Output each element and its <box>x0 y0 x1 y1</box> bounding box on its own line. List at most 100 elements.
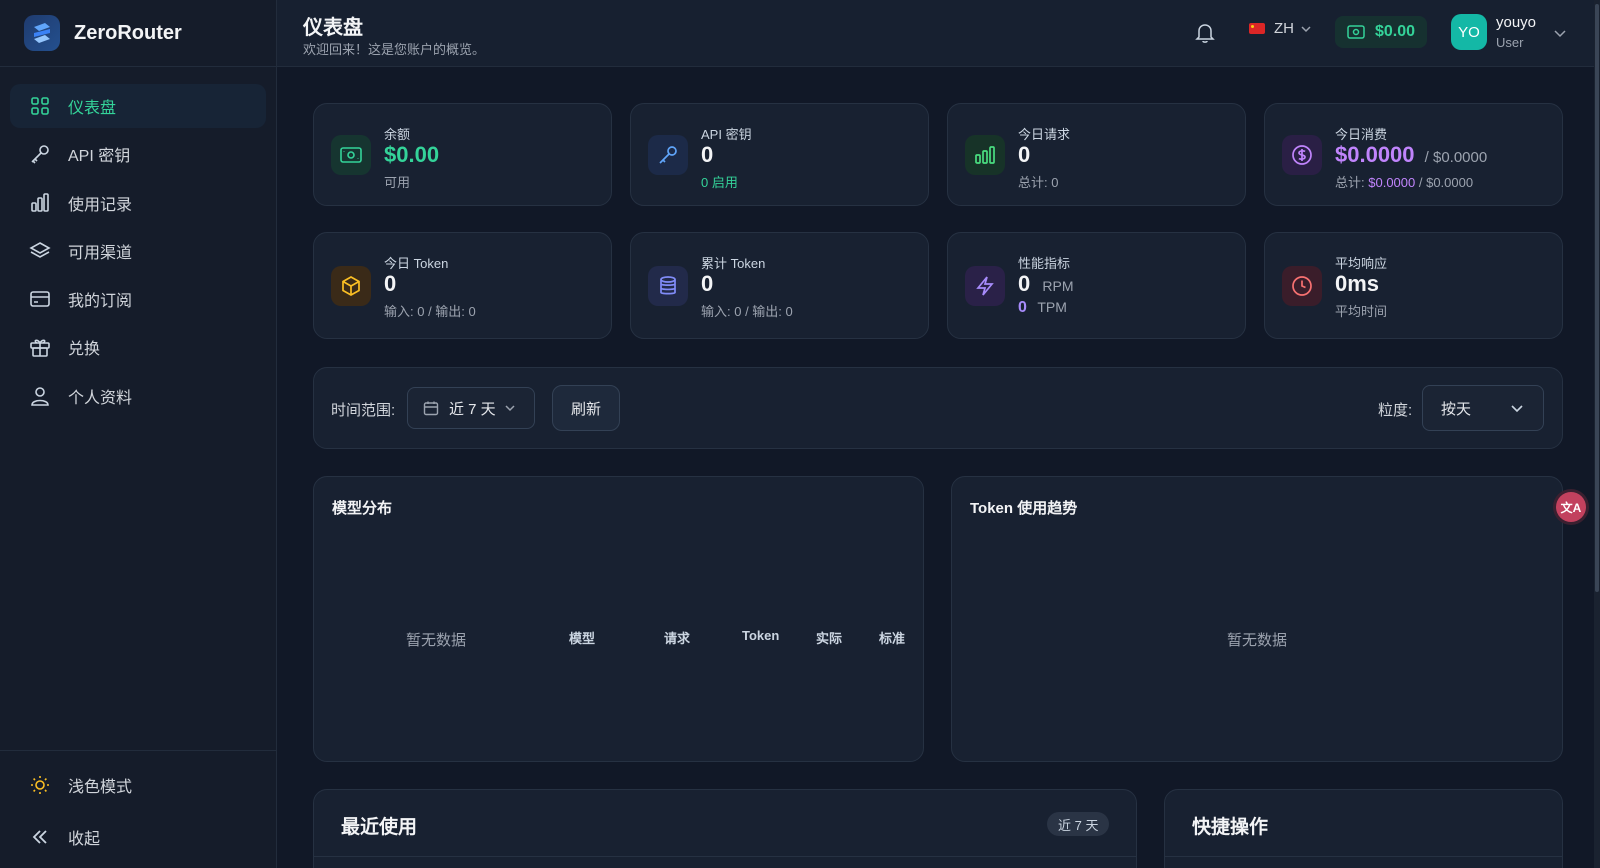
brand[interactable]: ZeroRouter <box>0 0 276 67</box>
money-icon <box>1347 25 1365 39</box>
stat-card-avg-response: 平均响应 0ms 平均时间 <box>1264 232 1563 339</box>
balance-pill[interactable]: $0.00 <box>1335 16 1428 48</box>
stat-value: $0.00 <box>384 142 440 167</box>
tpm-value: 0 <box>1018 299 1027 316</box>
sidebar-nav: 仪表盘 API 密钥 使用记录 可用渠道 我的订阅 兑换 个人资料 <box>0 67 276 418</box>
sidebar-item-label: 我的订阅 <box>68 293 133 311</box>
stat-sub-actual: $0.0000 <box>1368 175 1416 190</box>
refresh-button[interactable]: 刷新 <box>552 385 620 431</box>
sidebar-item-dashboard[interactable]: 仪表盘 <box>10 84 266 128</box>
chevrons-left-icon <box>28 825 52 849</box>
sidebar-item-label: 个人资料 <box>68 389 133 407</box>
sidebar-item-usage[interactable]: 使用记录 <box>10 181 266 225</box>
stat-sub-standard: / $0.0000 <box>1418 175 1474 190</box>
section-title: 快捷操作 <box>1192 817 1269 838</box>
recent-usage-panel: 最近使用 近 7 天 <box>313 789 1137 868</box>
money-icon <box>331 135 371 175</box>
panel-title: 模型分布 <box>332 500 393 517</box>
key-icon <box>648 135 688 175</box>
layers-icon <box>28 239 52 263</box>
translate-icon[interactable]: 文A <box>1556 492 1586 522</box>
stat-sub: 0 启用 <box>701 175 738 190</box>
stat-sub: 可用 <box>384 175 411 190</box>
app-name: ZeroRouter <box>74 21 182 44</box>
stat-sub-prefix: 总计: <box>1335 175 1365 190</box>
top-header: 仪表盘 欢迎回来！这是您账户的概览。 ZH $0.00 YO youyo Use… <box>277 0 1600 67</box>
stat-label: 余额 <box>384 127 411 142</box>
sidebar-item-redeem[interactable]: 兑换 <box>10 325 266 369</box>
sidebar-item-api-keys[interactable]: API 密钥 <box>10 132 266 176</box>
sidebar-item-label: 使用记录 <box>68 196 133 214</box>
sidebar-item-label: 可用渠道 <box>68 244 133 262</box>
sidebar: ZeroRouter 仪表盘 API 密钥 使用记录 可用渠道 我的订阅 兑换 … <box>0 0 277 868</box>
collapse-sidebar-button[interactable]: 收起 <box>10 813 266 861</box>
divider <box>1165 856 1562 857</box>
stat-sub: 总计: 0 <box>1018 175 1059 190</box>
user-name[interactable]: youyo <box>1496 14 1536 31</box>
chevron-down-icon <box>1300 23 1312 35</box>
clock-icon <box>1282 266 1322 306</box>
sidebar-item-channels[interactable]: 可用渠道 <box>10 229 266 273</box>
stat-card-performance: 性能指标 0 RPM 0 TPM <box>947 232 1246 339</box>
stat-label: 平均响应 <box>1335 256 1388 271</box>
page-title: 仪表盘 <box>303 17 363 39</box>
stat-label: 今日请求 <box>1018 127 1071 142</box>
tpm-row: 0 TPM <box>1018 299 1067 317</box>
theme-toggle-label: 浅色模式 <box>68 779 133 796</box>
sidebar-footer: 浅色模式 收起 <box>0 750 276 868</box>
user-role: User <box>1496 35 1524 50</box>
key-icon <box>28 142 52 166</box>
granularity-value: 按天 <box>1441 400 1472 418</box>
avatar[interactable]: YO <box>1451 14 1487 50</box>
notification-bell-icon[interactable] <box>1195 22 1215 44</box>
model-distribution-panel: 模型分布 暂无数据 模型 请求 Token 实际 标准 <box>313 476 924 762</box>
chevron-down-icon <box>1509 400 1525 416</box>
divider <box>314 856 1136 857</box>
chevron-down-icon <box>504 402 516 414</box>
china-flag-icon <box>1249 23 1265 34</box>
calendar-icon <box>423 400 439 416</box>
dollar-circle-icon <box>1282 135 1322 175</box>
language-code: ZH <box>1274 20 1294 37</box>
sidebar-item-label: 兑换 <box>68 341 101 359</box>
granularity-select[interactable]: 按天 <box>1422 385 1544 431</box>
credit-card-icon <box>28 287 52 311</box>
stat-value-standard: / $0.0000 <box>1424 149 1488 166</box>
stat-label: 今日 Token <box>384 256 449 271</box>
dashboard-grid-icon <box>28 94 52 118</box>
scrollbar-thumb[interactable] <box>1595 4 1599 592</box>
stat-value: 0 <box>701 142 714 167</box>
header-balance: $0.00 <box>1375 23 1416 40</box>
stat-value: 0ms <box>1335 271 1380 296</box>
stat-card-api-keys: API 密钥 0 0 启用 <box>630 103 929 206</box>
user-icon <box>28 384 52 408</box>
stat-card-today-requests: 今日请求 0 总计: 0 <box>947 103 1246 206</box>
language-selector[interactable]: ZH <box>1249 20 1312 37</box>
stat-value: 0 <box>701 271 714 296</box>
theme-toggle[interactable]: 浅色模式 <box>10 761 266 809</box>
stat-value: 0 <box>1018 142 1031 167</box>
empty-state: 暂无数据 <box>1227 632 1288 649</box>
zerorouter-logo-icon <box>24 15 60 51</box>
sidebar-item-subscriptions[interactable]: 我的订阅 <box>10 277 266 321</box>
bar-chart-icon <box>965 135 1005 175</box>
rpm-row: 0 RPM <box>1018 271 1074 297</box>
column-header-actual: 实际 <box>816 631 843 646</box>
stat-label: 性能指标 <box>1018 256 1071 271</box>
database-icon <box>648 266 688 306</box>
stat-card-today-cost: 今日消费 $0.0000 / $0.0000 总计: $0.0000 / $0.… <box>1264 103 1563 206</box>
filter-bar: 时间范围: 近 7 天 刷新 粒度: 按天 <box>313 367 1563 449</box>
stat-label: 累计 Token <box>701 256 766 271</box>
gift-icon <box>28 335 52 359</box>
column-header-model: 模型 <box>569 631 596 646</box>
stat-card-today-tokens: 今日 Token 0 输入: 0 / 输出: 0 <box>313 232 612 339</box>
sidebar-item-profile[interactable]: 个人资料 <box>10 374 266 418</box>
stat-value: $0.0000 <box>1335 142 1415 167</box>
token-trend-panel: Token 使用趋势 暂无数据 <box>951 476 1563 762</box>
stat-sub: 平均时间 <box>1335 304 1388 319</box>
section-title: 最近使用 <box>341 817 418 838</box>
stat-sub: 输入: 0 / 输出: 0 <box>384 304 476 319</box>
chevron-down-icon[interactable] <box>1553 26 1567 40</box>
stat-card-total-tokens: 累计 Token 0 输入: 0 / 输出: 0 <box>630 232 929 339</box>
time-range-select[interactable]: 近 7 天 <box>407 387 535 429</box>
